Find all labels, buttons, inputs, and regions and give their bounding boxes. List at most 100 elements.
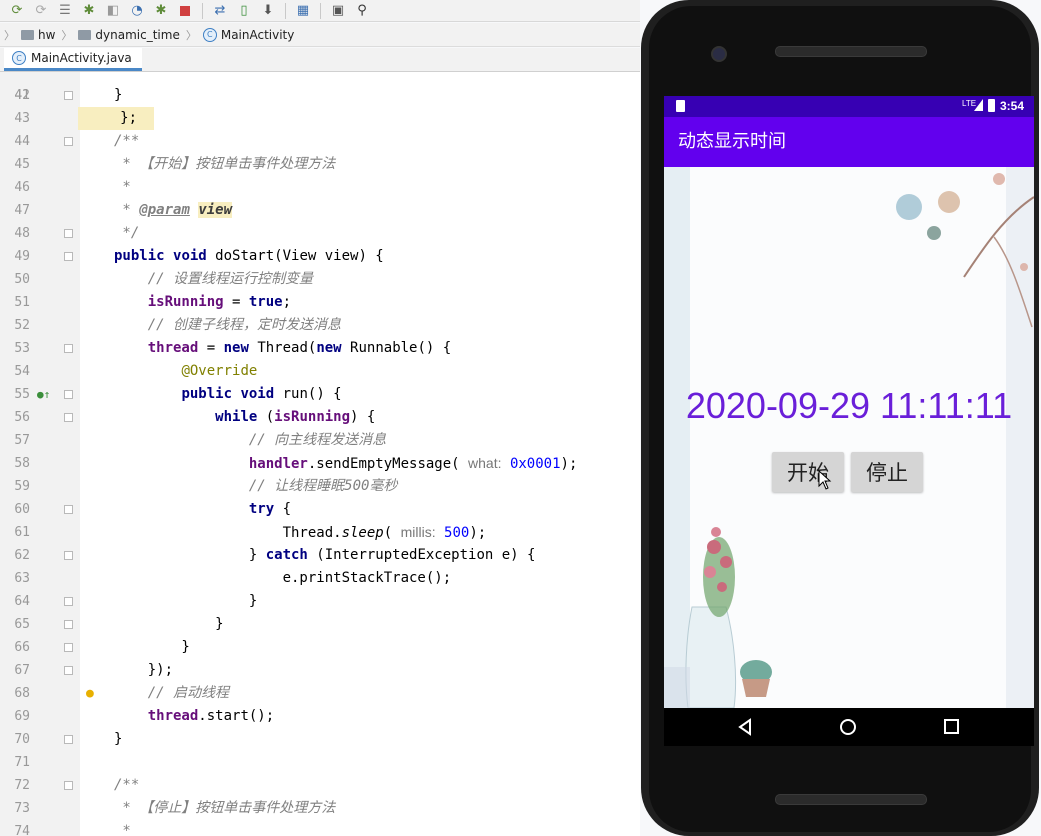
- toolbar-divider: [285, 2, 286, 19]
- code-line: 49 public void doStart(View view) {: [0, 245, 640, 268]
- code-line: 65 }: [0, 613, 640, 636]
- profile-icon[interactable]: ◔: [126, 1, 148, 21]
- code-line: 64 }: [0, 590, 640, 613]
- stop-icon[interactable]: [174, 1, 196, 21]
- line-number: 69: [14, 709, 30, 724]
- battery-icon: [988, 99, 995, 112]
- home-icon[interactable]: [839, 718, 857, 736]
- fold-marker-icon[interactable]: [64, 91, 73, 100]
- fold-marker-icon[interactable]: [64, 505, 73, 514]
- line-number: 70: [14, 732, 30, 747]
- line-number: 74: [14, 824, 30, 836]
- fold-marker-icon[interactable]: [64, 229, 73, 238]
- code-line: 43: [0, 107, 640, 130]
- sync-gradle-icon[interactable]: ⇄: [209, 1, 231, 21]
- code-line: 42}: [0, 84, 640, 107]
- intention-bulb-icon[interactable]: ●: [86, 682, 94, 705]
- fold-marker-icon[interactable]: [64, 413, 73, 422]
- stop-button[interactable]: 停止: [851, 452, 923, 492]
- fold-marker-icon[interactable]: [64, 735, 73, 744]
- line-number: 61: [14, 525, 30, 540]
- breadcrumb: 〉 hw 〉 dynamic_time 〉 C MainActivity: [0, 23, 640, 47]
- line-code: /**: [114, 777, 140, 793]
- attach-debugger-icon[interactable]: ✱: [150, 1, 172, 21]
- breadcrumb-item-dynamic-time[interactable]: dynamic_time: [72, 28, 185, 42]
- coverage-icon[interactable]: ◧: [102, 1, 124, 21]
- folder-icon: [78, 29, 92, 40]
- line-number: 65: [14, 617, 30, 632]
- status-time: 3:54: [1000, 99, 1025, 113]
- code-line: 58 handler.sendEmptyMessage( what: 0x000…: [0, 452, 640, 475]
- app-title-bar: 动态显示时间: [664, 117, 1034, 167]
- override-marker-icon[interactable]: ●↑: [37, 383, 50, 406]
- line-code: while (isRunning) {: [215, 409, 376, 425]
- code-line: 61 Thread.sleep( millis: 500);: [0, 521, 640, 544]
- code-line: 52 // 创建子线程，定时发送消息: [0, 314, 640, 337]
- line-code: try {: [248, 501, 292, 517]
- fold-marker-icon[interactable]: [64, 137, 73, 146]
- line-number: 68: [14, 686, 30, 701]
- fold-marker-icon[interactable]: [64, 597, 73, 606]
- line-number: 62: [14, 548, 30, 563]
- line-number: 63: [14, 571, 30, 586]
- search-icon[interactable]: ⚲: [351, 1, 373, 21]
- fold-marker-icon[interactable]: [64, 643, 73, 652]
- line-code: }: [114, 639, 190, 655]
- code-line: 71: [0, 751, 640, 774]
- line-number: 71: [14, 755, 30, 770]
- recents-icon[interactable]: [943, 718, 961, 736]
- line-code: /**: [114, 133, 140, 149]
- code-line: 51 isRunning = true;: [0, 291, 640, 314]
- fold-marker-icon[interactable]: [64, 620, 73, 629]
- avd-manager-icon[interactable]: ▯: [233, 1, 255, 21]
- list-icon[interactable]: ☰: [54, 1, 76, 21]
- fold-marker-icon[interactable]: [64, 390, 73, 399]
- code-line: 69 thread.start();: [0, 705, 640, 728]
- line-code: */: [114, 225, 140, 241]
- breadcrumb-label: dynamic_time: [95, 27, 180, 42]
- line-number: 57: [14, 433, 30, 448]
- status-bar: LTE 3:54: [664, 96, 1034, 117]
- code-line: 72 /**: [0, 774, 640, 797]
- breadcrumb-item-hw[interactable]: hw: [15, 28, 61, 42]
- emulator-panel: LTE 3:54 动态显示时间 2020-09-29 11:11:11 开始 停…: [640, 0, 1041, 836]
- fold-marker-icon[interactable]: [64, 551, 73, 560]
- line-number: 50: [14, 272, 30, 287]
- fold-marker-icon[interactable]: [64, 252, 73, 261]
- back-icon[interactable]: [736, 718, 754, 736]
- code-editor[interactable]: 41 }; 42} 43 44/** 45 * 【开始】按钮单击事件处理方法 46 * 4…: [0, 72, 640, 836]
- start-button[interactable]: 开始: [772, 452, 844, 492]
- line-code: *: [114, 823, 131, 836]
- project-structure-icon[interactable]: ▦: [292, 1, 314, 21]
- mouse-cursor-icon: [818, 470, 832, 490]
- line-code: }: [114, 87, 123, 103]
- code-line: 57 // 向主线程发送消息: [0, 429, 640, 452]
- floral-background-image: [664, 167, 1034, 708]
- fold-marker-icon[interactable]: [64, 781, 73, 790]
- line-code: }: [114, 616, 224, 632]
- sdk-manager-icon[interactable]: ⬇: [257, 1, 279, 21]
- fold-marker-icon[interactable]: [64, 344, 73, 353]
- code-line: 47 * @param view: [0, 199, 640, 222]
- phone-screen[interactable]: LTE 3:54 动态显示时间 2020-09-29 11:11:11 开始 停…: [664, 96, 1034, 746]
- code-line: 44 /**: [0, 130, 640, 153]
- apply-changes-icon[interactable]: ⟳: [30, 1, 52, 21]
- folder-icon: [21, 29, 34, 40]
- code-line: 54 @Override: [0, 360, 640, 383]
- breadcrumb-item-mainactivity[interactable]: C MainActivity: [197, 27, 301, 42]
- line-number: 73: [14, 801, 30, 816]
- tab-mainactivity[interactable]: C MainActivity.java: [4, 48, 142, 71]
- rerun-icon[interactable]: ⟳: [6, 1, 28, 21]
- code-line: 48 */: [0, 222, 640, 245]
- terminal-icon[interactable]: ▣: [327, 1, 349, 21]
- editor-tab-bar: C MainActivity.java: [0, 48, 640, 72]
- line-number: 66: [14, 640, 30, 655]
- line-code: } catch (InterruptedException e) {: [114, 547, 536, 563]
- earpiece-speaker: [775, 46, 927, 57]
- line-code: * @param view: [114, 202, 233, 218]
- fold-marker-icon[interactable]: [64, 666, 73, 675]
- ide-toolbar: ⟳ ⟳ ☰ ✱ ◧ ◔ ✱ ⇄ ▯ ⬇ ▦ ▣ ⚲: [0, 0, 640, 22]
- code-line: 62 } catch (InterruptedException e) {: [0, 544, 640, 567]
- debug-icon[interactable]: ✱: [78, 1, 100, 21]
- code-line: 68 ● // 启动线程: [0, 682, 640, 705]
